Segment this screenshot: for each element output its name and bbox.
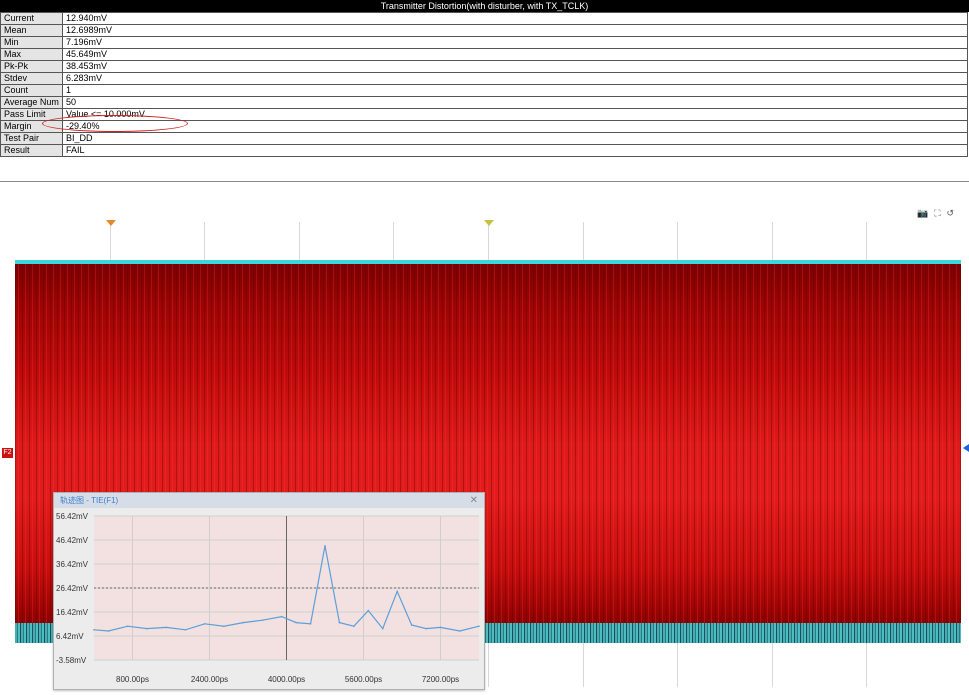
- x-tick-label: 800.00ps: [116, 675, 149, 684]
- result-label: Stdev: [0, 72, 63, 85]
- result-value: 50: [62, 96, 968, 109]
- tie-trend-point: [242, 621, 244, 624]
- tie-trend-point: [261, 619, 264, 622]
- y-tick-label: 46.42mV: [56, 536, 89, 545]
- scope-view[interactable]: 📷 ⛶ ↺ F2 轨迹图 - TIE(F1) ✕ 56.42mV 46.42mV 3…: [0, 181, 969, 695]
- results-title: Transmitter Distortion(with disturber, w…: [0, 0, 969, 12]
- result-value: Value <= 10.000mV: [62, 108, 968, 121]
- result-row: Pk-Pk 38.453mV: [0, 60, 968, 73]
- tie-trend-point: [439, 626, 442, 629]
- x-tick-label: 2400.00ps: [191, 675, 228, 684]
- y-tick-label: 26.42mV: [56, 584, 89, 593]
- y-tick-label: 36.42mV: [56, 560, 89, 569]
- tie-trend-point: [396, 590, 398, 593]
- tie-trend-title: 轨迹图 - TIE(F1) ✕: [54, 493, 484, 508]
- tie-trend-point: [367, 609, 370, 612]
- y-tick-label: -3.58mV: [56, 656, 87, 665]
- result-row: Stdev 6.283mV: [0, 72, 968, 85]
- result-label: Result: [0, 144, 63, 157]
- time-reference-marker[interactable]: [484, 220, 494, 226]
- result-value: 38.453mV: [62, 60, 968, 73]
- tie-trend-point: [93, 629, 95, 631]
- result-value: 7.196mV: [62, 36, 968, 49]
- result-label: Pk-Pk: [0, 60, 63, 73]
- result-row: Mean 12.6989mV: [0, 24, 968, 37]
- tie-trend-point: [280, 615, 283, 618]
- trigger-position-marker[interactable]: [106, 220, 116, 226]
- tie-trend-window[interactable]: 轨迹图 - TIE(F1) ✕ 56.42mV 46.42mV 36.42mV 26.…: [53, 492, 485, 690]
- result-label: Test Pair: [0, 132, 63, 145]
- tie-trend-point: [165, 626, 167, 629]
- tie-trend-title-text: 轨迹图 - TIE(F1): [60, 496, 119, 505]
- result-label: Current: [0, 12, 63, 25]
- result-value: FAIL: [62, 144, 968, 157]
- overlay-trace-top: [15, 260, 961, 264]
- tie-trend-point: [353, 625, 355, 628]
- tie-trend-point: [146, 627, 148, 630]
- tie-trend-point: [309, 623, 312, 625]
- tie-trend-point: [203, 623, 206, 625]
- results-panel: Transmitter Distortion(with disturber, w…: [0, 0, 969, 157]
- result-label: Average Num: [0, 96, 63, 109]
- result-label: Min: [0, 36, 63, 49]
- y-tick-label: 16.42mV: [56, 608, 89, 617]
- result-label: Count: [0, 84, 63, 97]
- scope-toolbar: 📷 ⛶ ↺: [917, 208, 954, 219]
- level-marker[interactable]: [963, 444, 969, 452]
- result-row: Count 1: [0, 84, 968, 97]
- result-value: BI_DD: [62, 132, 968, 145]
- tie-trend-point: [223, 625, 225, 628]
- result-value: 12.6989mV: [62, 24, 968, 37]
- result-value: 45.649mV: [62, 48, 968, 61]
- restore-icon[interactable]: ↺: [947, 208, 955, 219]
- tie-trend-point: [338, 621, 341, 624]
- tie-trend-point: [458, 630, 461, 632]
- fullscreen-icon[interactable]: ⛶: [934, 208, 940, 219]
- result-row: Current 12.940mV: [0, 12, 968, 25]
- result-row: Result FAIL: [0, 144, 968, 157]
- camera-icon[interactable]: 📷: [917, 208, 928, 219]
- tie-trend-point: [324, 545, 326, 547]
- tie-trend-point: [184, 629, 187, 631]
- result-row: Min 7.196mV: [0, 36, 968, 49]
- channel-marker[interactable]: F2: [2, 448, 13, 458]
- y-tick-label: 6.42mV: [56, 632, 84, 641]
- tie-trend-x-axis: 800.00ps 2400.00ps 4000.00ps 5600.00ps 7200.…: [116, 675, 459, 684]
- result-row: Max 45.649mV: [0, 48, 968, 61]
- close-icon[interactable]: ✕: [470, 493, 478, 508]
- tie-trend-point: [410, 624, 413, 626]
- result-label: Max: [0, 48, 63, 61]
- result-row: Average Num 50: [0, 96, 968, 109]
- result-value: -29.40%: [62, 120, 968, 133]
- results-table: Current 12.940mV Mean 12.6989mV Min 7.196mV Ma…: [0, 12, 968, 157]
- tie-trend-point: [381, 627, 384, 630]
- x-tick-label: 4000.00ps: [268, 675, 305, 684]
- tie-trend-plot: 56.42mV 46.42mV 36.42mV 26.42mV 16.42mV 6.42m…: [56, 512, 480, 665]
- result-label: Mean: [0, 24, 63, 37]
- x-tick-label: 7200.00ps: [422, 675, 459, 684]
- x-tick-label: 5600.00ps: [345, 675, 382, 684]
- result-value: 1: [62, 84, 968, 97]
- result-row: Test Pair BI_DD: [0, 132, 968, 145]
- result-value: 6.283mV: [62, 72, 968, 85]
- y-tick-label: 56.42mV: [56, 512, 89, 521]
- tie-trend-point: [295, 621, 297, 624]
- pass-limit-highlight-ellipse: [42, 115, 188, 132]
- tie-trend-point: [425, 627, 427, 630]
- tie-trend-point: [126, 625, 129, 628]
- tie-trend-point: [107, 630, 110, 632]
- tie-trend-point: [478, 625, 480, 628]
- result-value: 12.940mV: [62, 12, 968, 25]
